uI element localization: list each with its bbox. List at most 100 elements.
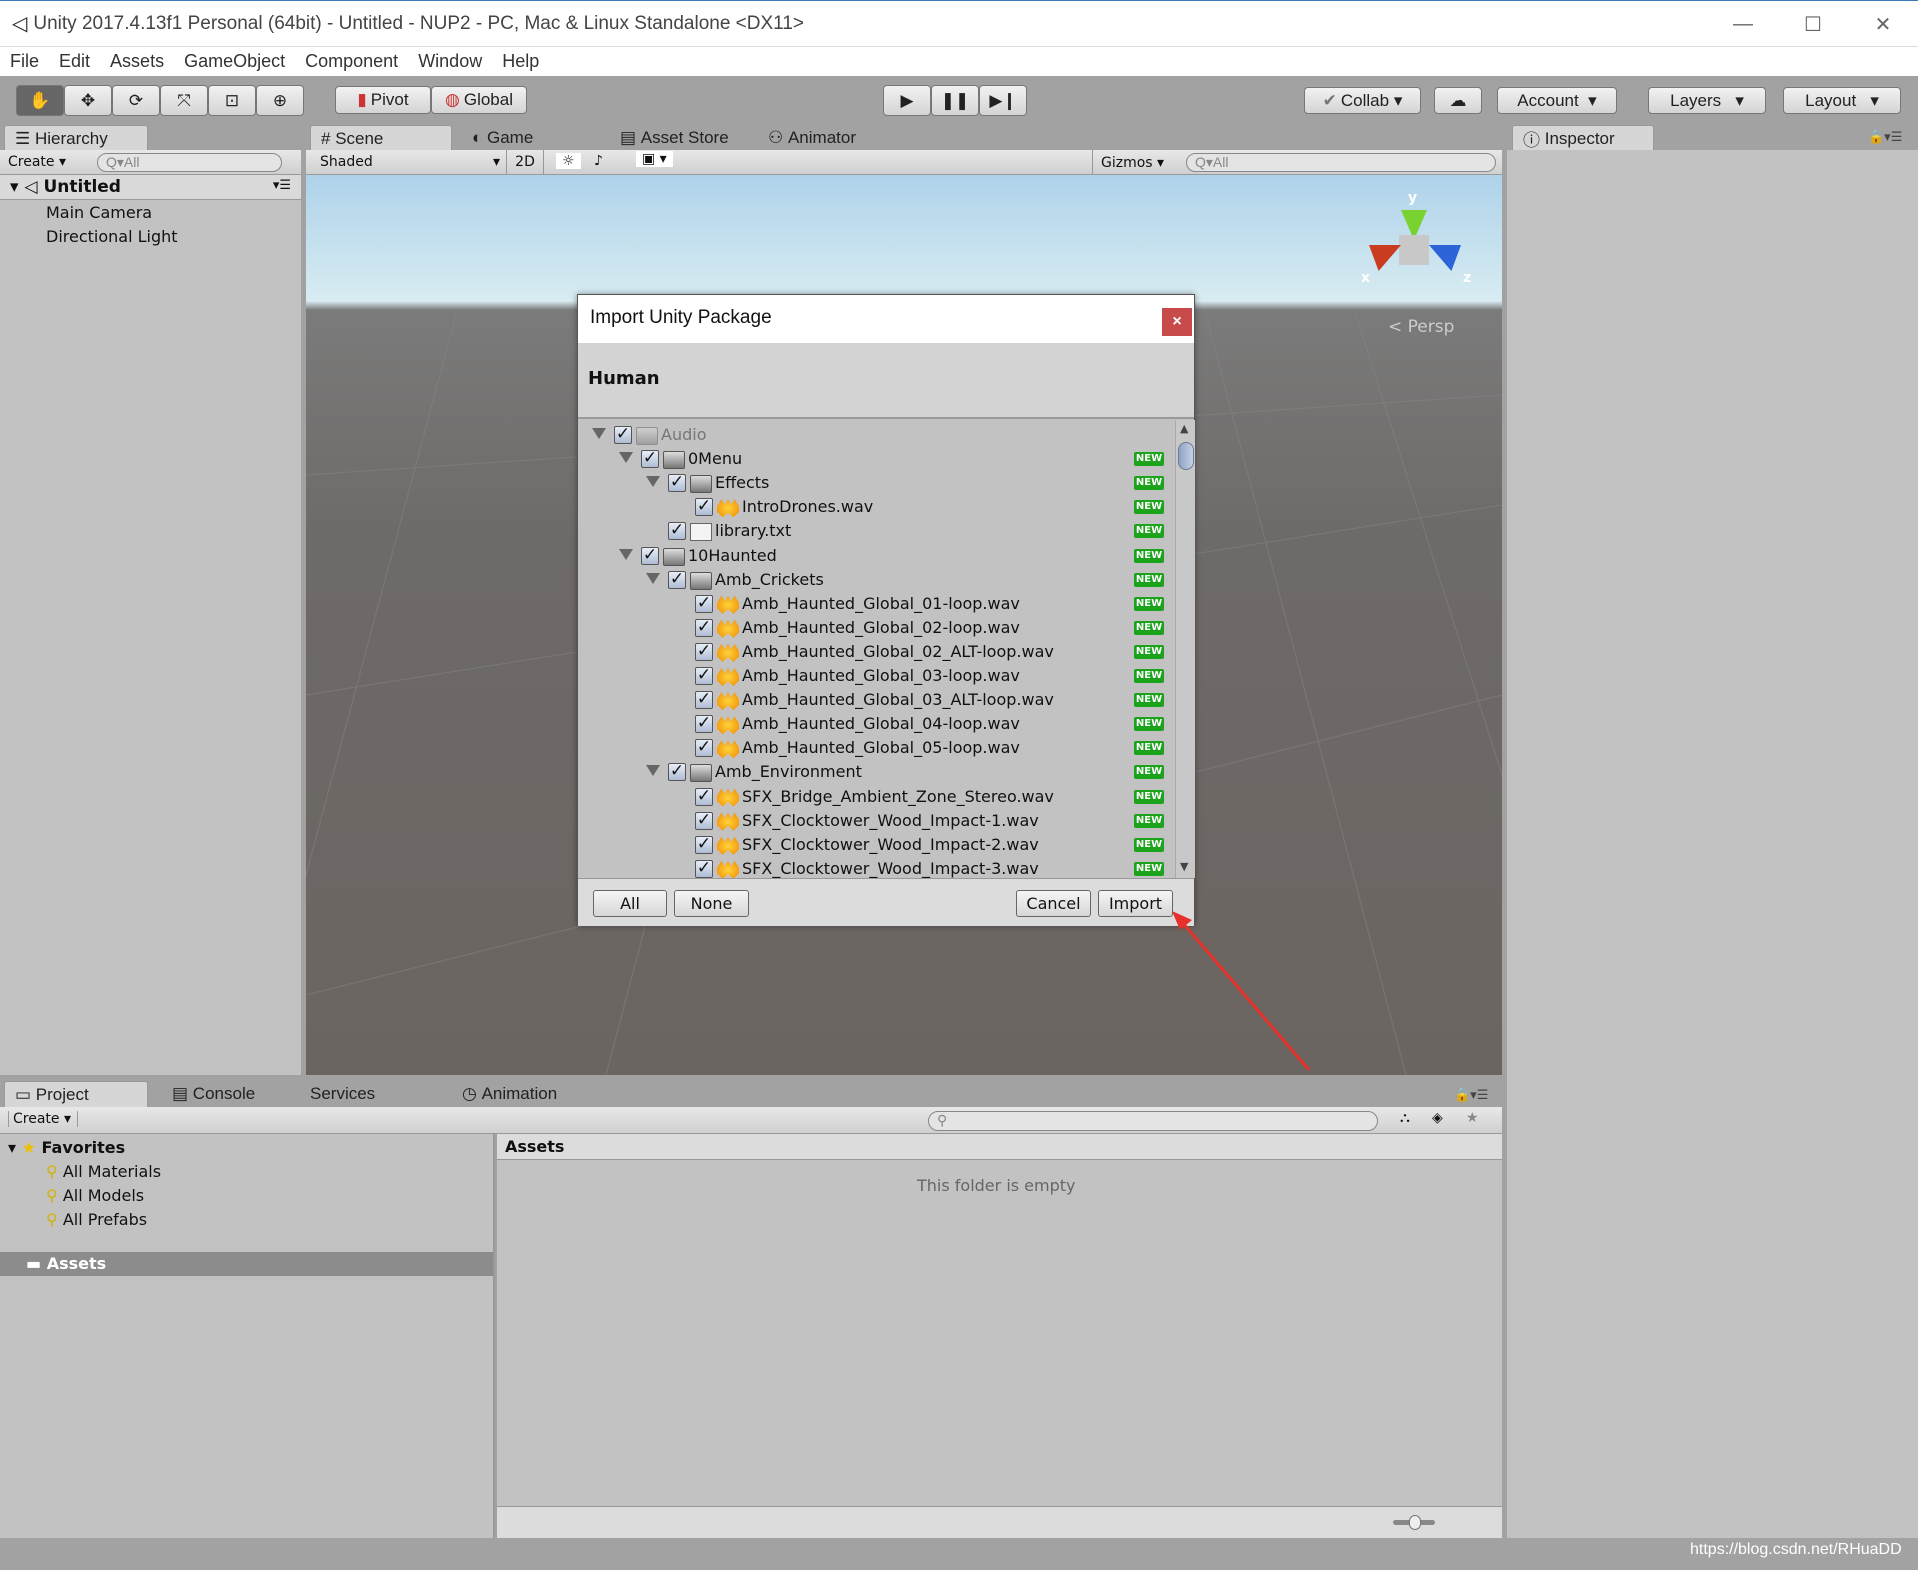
filter-by-label-icon[interactable]: ◈ [1432, 1110, 1443, 1126]
lock-icon[interactable]: 🔒▾☰ [1868, 130, 1902, 145]
expand-arrow-icon[interactable] [619, 452, 633, 464]
item-checkbox[interactable]: ✓ [695, 859, 713, 878]
tree-row[interactable]: ✓ Amb_Haunted_Global_05-loop.wav NEW [578, 737, 1175, 761]
tree-row[interactable]: ✓ Amb_Haunted_Global_04-loop.wav NEW [578, 713, 1175, 737]
project-lock-icon[interactable]: 🔒▾☰ [1454, 1088, 1488, 1103]
item-checkbox[interactable]: ✓ [695, 835, 713, 854]
effects-toggle-icon[interactable]: ▣ ▾ [636, 151, 673, 167]
cancel-button[interactable]: Cancel [1016, 890, 1091, 917]
orientation-gizmo[interactable]: y x z [1351, 190, 1476, 315]
options-menu-icon[interactable]: ▾☰ [273, 178, 291, 193]
pause-button[interactable]: ❚❚ [931, 85, 979, 116]
menu-help[interactable]: Help [492, 51, 549, 72]
tree-row[interactable]: ✓ Amb_Haunted_Global_03-loop.wav NEW [578, 665, 1175, 689]
tab-services[interactable]: Services [300, 1081, 375, 1107]
favorite-star-icon[interactable]: ★ [1466, 1110, 1479, 1126]
tree-row[interactable]: ✓ Amb_Haunted_Global_03_ALT-loop.wav NEW [578, 689, 1175, 713]
rect-tool-button[interactable]: ⊡ [208, 85, 256, 116]
favorite-all-models[interactable]: ⚲ All Models [46, 1186, 144, 1205]
tab-project[interactable]: ▭ Project [4, 1081, 148, 1107]
item-checkbox[interactable]: ✓ [668, 763, 686, 782]
scroll-down-icon[interactable]: ▼ [1180, 860, 1188, 873]
dialog-close-button[interactable]: × [1162, 308, 1192, 336]
scene-header[interactable]: ▾ ◁ Untitled ▾☰ [0, 175, 301, 200]
menu-window[interactable]: Window [408, 51, 492, 72]
favorite-all-prefabs[interactable]: ⚲ All Prefabs [46, 1210, 147, 1229]
item-checkbox[interactable]: ✓ [695, 787, 713, 806]
tree-row[interactable]: ✓ Amb_Haunted_Global_01-loop.wav NEW [578, 593, 1175, 617]
global-toggle[interactable]: ◍ Global [431, 86, 527, 114]
tab-asset-store[interactable]: ▤ Asset Store [610, 125, 729, 151]
hierarchy-item-directional-light[interactable]: Directional Light [46, 227, 178, 246]
tab-game[interactable]: ◐ Game [462, 125, 533, 151]
pivot-toggle[interactable]: ▮ Pivot [335, 86, 431, 114]
step-button[interactable]: ▶❙ [979, 85, 1027, 116]
tab-animation[interactable]: ◷ Animation [452, 1081, 557, 1107]
menu-gameobject[interactable]: GameObject [174, 51, 295, 72]
tree-row[interactable]: ✓ SFX_Clocktower_Wood_Impact-1.wav NEW [578, 810, 1175, 834]
tab-hierarchy[interactable]: ☰ Hierarchy [4, 125, 148, 151]
lighting-toggle-icon[interactable]: ☼ [556, 153, 581, 169]
move-tool-button[interactable]: ✥ [64, 85, 112, 116]
tab-inspector[interactable]: ⓘ Inspector [1512, 125, 1654, 151]
expand-arrow-icon[interactable] [646, 476, 660, 488]
select-none-button[interactable]: None [674, 890, 749, 917]
expand-arrow-icon[interactable] [646, 765, 660, 777]
expand-arrow-icon[interactable] [646, 572, 660, 584]
gizmo-x-axis-icon[interactable] [1369, 245, 1401, 271]
item-checkbox[interactable]: ✓ [695, 594, 713, 613]
audio-toggle-icon[interactable]: ♪ [594, 153, 603, 169]
favorites-header[interactable]: ▾ ★ Favorites [8, 1138, 125, 1157]
tree-row[interactable]: ✓ IntroDrones.wav NEW [578, 496, 1175, 520]
tab-animator[interactable]: ⚇ Animator [758, 125, 856, 151]
tree-scrollbar[interactable]: ▲ ▼ [1175, 420, 1195, 878]
tree-row[interactable]: ✓ library.txt NEW [578, 520, 1175, 544]
tree-row[interactable]: ✓ Amb_Haunted_Global_02_ALT-loop.wav NEW [578, 641, 1175, 665]
slider-thumb[interactable] [1409, 1515, 1421, 1530]
hierarchy-search-input[interactable]: Q▾All [97, 153, 282, 172]
2d-toggle[interactable]: 2D [506, 150, 544, 174]
menu-assets[interactable]: Assets [100, 51, 174, 72]
gizmos-dropdown[interactable]: Gizmos ▾ [1092, 150, 1172, 174]
shading-mode-dropdown[interactable]: Shaded ▾ [320, 154, 500, 170]
cloud-button[interactable]: ☁ [1434, 87, 1482, 114]
tree-row[interactable]: ✓ Amb_Environment NEW [578, 761, 1175, 785]
hierarchy-item-main-camera[interactable]: Main Camera [46, 203, 152, 222]
item-checkbox[interactable]: ✓ [641, 450, 659, 469]
favorite-all-materials[interactable]: ⚲ All Materials [46, 1162, 161, 1181]
hand-tool-button[interactable]: ✋ [16, 85, 64, 116]
layers-dropdown[interactable]: Layers ▾ [1648, 87, 1766, 114]
breadcrumb[interactable]: Assets [497, 1134, 1502, 1160]
filter-by-type-icon[interactable]: ⛬ [1400, 1110, 1410, 1126]
select-all-button[interactable]: All [593, 890, 667, 917]
item-checkbox[interactable]: ✓ [695, 498, 713, 517]
item-checkbox[interactable]: ✓ [668, 570, 686, 589]
project-search-input[interactable]: ⚲ [928, 1111, 1378, 1131]
item-checkbox[interactable]: ✓ [695, 642, 713, 661]
layout-dropdown[interactable]: Layout ▾ [1783, 87, 1901, 114]
tree-row[interactable]: ✓ 10Haunted NEW [578, 545, 1175, 569]
assets-folder-item[interactable]: ▬ Assets [0, 1252, 493, 1276]
tree-row[interactable]: ✓ SFX_Bridge_Ambient_Zone_Stereo.wav NEW [578, 786, 1175, 810]
item-checkbox[interactable]: ✓ [668, 474, 686, 493]
item-checkbox[interactable]: ✓ [695, 811, 713, 830]
tree-row[interactable]: ✓ 0Menu NEW [578, 448, 1175, 472]
tree-row[interactable]: ✓ SFX_Clocktower_Wood_Impact-3.wav NEW [578, 858, 1175, 878]
item-checkbox[interactable]: ✓ [695, 715, 713, 734]
gizmo-z-axis-icon[interactable] [1429, 245, 1461, 271]
scroll-up-icon[interactable]: ▲ [1180, 422, 1188, 435]
collab-dropdown[interactable]: ✔ Collab ▾ [1304, 87, 1421, 114]
menu-component[interactable]: Component [295, 51, 408, 72]
import-button[interactable]: Import [1098, 890, 1173, 917]
tree-row[interactable]: ✓ SFX_Clocktower_Wood_Impact-2.wav NEW [578, 834, 1175, 858]
expand-arrow-icon[interactable] [592, 428, 606, 439]
menu-file[interactable]: File [0, 51, 49, 72]
tree-row[interactable]: ✓ Amb_Haunted_Global_02-loop.wav NEW [578, 617, 1175, 641]
scale-tool-button[interactable]: ⤧ [160, 85, 208, 116]
expand-arrow-icon[interactable] [619, 548, 633, 560]
tab-console[interactable]: ▤ Console [162, 1081, 255, 1107]
hierarchy-create-button[interactable]: Create ▾ [8, 154, 66, 170]
item-checkbox[interactable]: ✓ [695, 739, 713, 758]
item-checkbox[interactable]: ✓ [668, 522, 686, 541]
maximize-button[interactable]: ☐ [1778, 1, 1848, 47]
